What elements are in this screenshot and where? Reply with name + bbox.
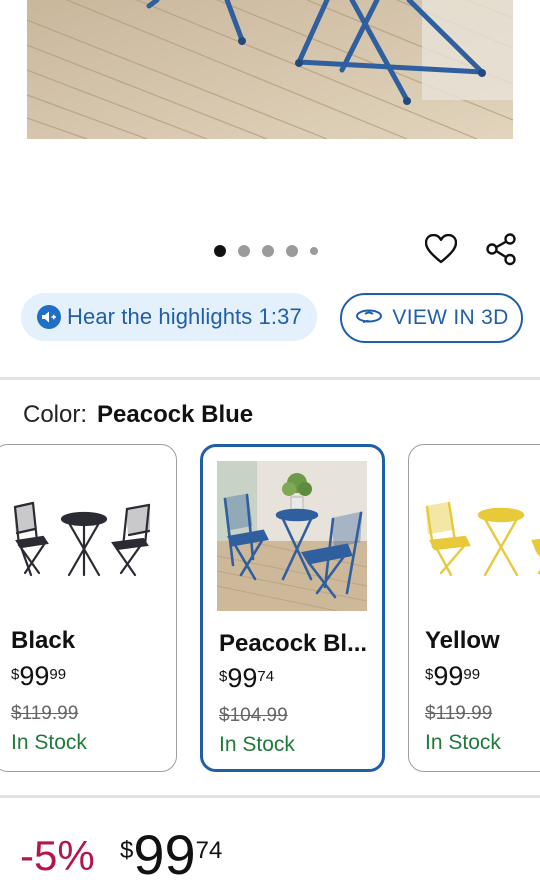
swatch-image [425, 501, 540, 581]
color-swatch-card-black[interactable]: Black $99 99 $119.99 In Stock [0, 444, 177, 772]
swatch-name: Peacock Bl... [219, 630, 368, 657]
price-dollars: 99 [433, 661, 464, 691]
carousel-dot[interactable] [310, 247, 318, 255]
current-price: $99 74 [120, 823, 222, 883]
audio-icon [37, 305, 61, 329]
price-cents: 99 [463, 666, 481, 683]
color-swatch-card-peacock-blue[interactable]: Peacock Bl... $99 74 $104.99 In Stock [200, 444, 385, 772]
price-dollars: 99 [19, 661, 50, 691]
price-currency: $ [219, 668, 228, 685]
price-currency: $ [11, 666, 20, 683]
price-cents: 74 [195, 837, 223, 864]
swatch-price: $99 99 [11, 663, 66, 690]
swatch-stock-status: In Stock [11, 731, 87, 754]
price-cents: 74 [257, 668, 275, 685]
swatch-was-price: $119.99 [425, 703, 493, 724]
color-value: Peacock Blue [97, 401, 254, 428]
product-image[interactable] [27, 0, 513, 139]
swatch-stock-status: In Stock [219, 733, 295, 756]
price-currency: $ [120, 837, 134, 864]
swatch-image [9, 501, 159, 581]
heart-outline-icon [424, 233, 458, 269]
hear-highlights-button[interactable]: Hear the highlights 1:37 [21, 293, 317, 341]
swatch-name: Yellow [425, 627, 500, 654]
carousel-dot-active[interactable] [214, 245, 226, 257]
price-currency: $ [425, 666, 434, 683]
carousel-dot[interactable] [238, 245, 250, 257]
swatch-name: Black [11, 627, 76, 654]
view-in-3d-button[interactable]: VIEW IN 3D [340, 293, 523, 343]
price-dollars: 99 [227, 663, 258, 693]
swatch-was-price: $119.99 [11, 703, 79, 724]
swatch-image [216, 461, 368, 612]
hear-highlights-label: Hear the highlights 1:37 [67, 304, 302, 329]
favorite-button[interactable] [422, 232, 460, 270]
swatch-was-price: $104.99 [219, 705, 288, 726]
share-button[interactable] [482, 232, 520, 270]
carousel-dot[interactable] [286, 245, 298, 257]
carousel-dot[interactable] [262, 245, 274, 257]
rotate-3d-icon [354, 306, 384, 331]
swatch-price: $99 99 [425, 663, 480, 690]
discount-percent: -5% [20, 832, 95, 879]
swatch-stock-status: In Stock [425, 731, 501, 754]
color-swatch-card-yellow[interactable]: Yellow $99 99 $119.99 In Stock [408, 444, 540, 772]
price-dollars: 99 [133, 823, 196, 886]
section-divider [0, 377, 540, 380]
carousel-indicator [214, 243, 330, 259]
color-selection-heading: Color: Peacock Blue [23, 401, 253, 429]
swatch-price: $99 74 [219, 665, 274, 692]
view-in-3d-label: VIEW IN 3D [392, 306, 509, 329]
color-label: Color: [23, 401, 88, 428]
share-icon [484, 232, 518, 271]
price-cents: 99 [49, 666, 67, 683]
section-divider [0, 795, 540, 798]
